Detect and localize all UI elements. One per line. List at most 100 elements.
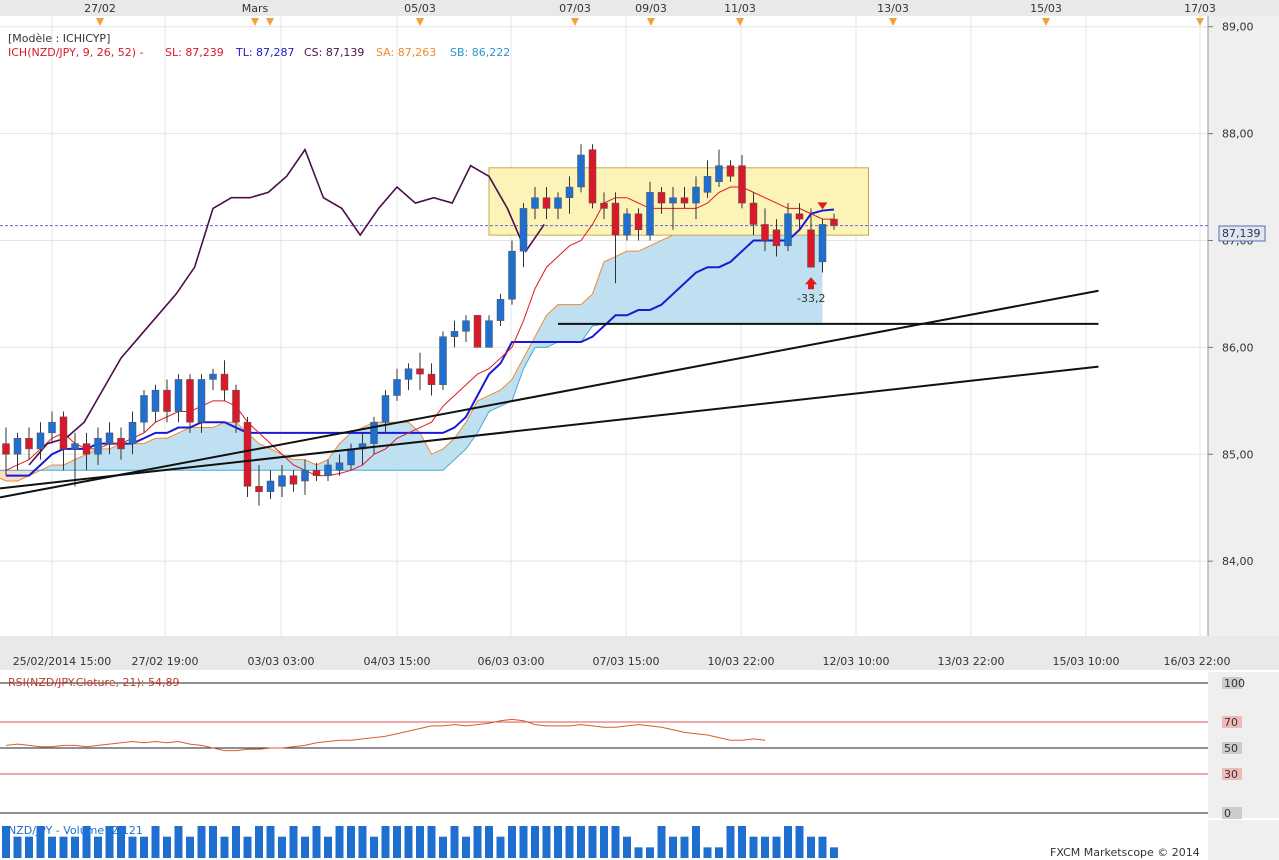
candle-body [830, 218, 838, 226]
top-date-labels: 27/02 Mars 05/03 07/03 09/03 11/03 13/03 15/03 1… [84, 2, 1216, 26]
top-date-label: 11/03 [724, 2, 756, 15]
candle-body [347, 448, 355, 466]
volume-bar [255, 826, 263, 858]
candle-body [2, 443, 10, 455]
legend-ichimoku: ICH(NZD/JPY, 9, 26, 52) - SL: 87,239 TL:… [8, 46, 510, 59]
volume-bar [163, 836, 171, 858]
volume-bar [335, 826, 344, 858]
candle-body [324, 464, 332, 476]
volume-bar [301, 836, 309, 858]
candle-body [105, 432, 114, 444]
candle-body [335, 462, 344, 471]
rsi-label: RSI(NZD/JPY.Cloture, 21): 54,89 [8, 676, 180, 689]
volume-bar [197, 826, 206, 858]
candle-body [634, 213, 643, 231]
rsi-axis-background [1208, 672, 1279, 818]
candle-body [13, 437, 22, 455]
candle-body [611, 202, 620, 236]
fxcm-chart[interactable]: 27/02 Mars 05/03 07/03 09/03 11/03 13/03 15/03 1… [0, 0, 1279, 860]
candle-body [761, 224, 769, 241]
candle-body [94, 437, 102, 455]
volume-bar [669, 836, 677, 858]
legend-model: [Modèle : ICHICYP] [8, 32, 110, 45]
candle-body [48, 421, 56, 434]
rsi-level-label: 50 [1224, 742, 1238, 755]
candle-body [738, 165, 746, 204]
legend-tl: TL: 87,287 [235, 46, 295, 59]
volume-bar [542, 826, 551, 858]
candle-body [726, 165, 735, 177]
volume-bar [726, 826, 735, 858]
volume-bar [496, 836, 505, 858]
volume-bar [427, 826, 436, 858]
volume-bar [140, 836, 148, 858]
candle-body [36, 432, 45, 450]
candle-body [381, 395, 390, 423]
candle-body [255, 486, 263, 492]
top-date-label: 17/03 [1184, 2, 1216, 15]
top-date-label: 13/03 [877, 2, 909, 15]
volume-bar [347, 826, 355, 858]
volume-bar [151, 826, 160, 858]
top-date-label: 15/03 [1030, 2, 1062, 15]
candle-body [312, 470, 321, 476]
rsi-level-label: 70 [1224, 716, 1238, 729]
volume-bar [393, 826, 401, 858]
candle-body [404, 368, 413, 380]
volume-bar [577, 826, 585, 858]
time-tick-label: 13/03 22:00 [938, 655, 1005, 668]
candle-body [669, 197, 677, 204]
legend-cs: CS: 87,139 [304, 46, 364, 59]
time-tick-label: 04/03 15:00 [364, 655, 431, 668]
candle-body [209, 373, 217, 380]
volume-bar [554, 826, 562, 858]
volume-bar [485, 826, 493, 858]
candle-body [278, 475, 286, 487]
volume-bar [48, 836, 56, 858]
volume-bar [565, 826, 574, 858]
volume-axis-background [1208, 820, 1279, 860]
time-tick-label: 10/03 22:00 [708, 655, 775, 668]
volume-bar [680, 836, 689, 858]
candle-body [542, 197, 551, 209]
volume-bar [657, 826, 666, 858]
volume-bar [703, 847, 712, 858]
rsi-level-label: 30 [1224, 768, 1238, 781]
candle-body [140, 395, 148, 423]
volume-bar [531, 826, 539, 858]
volume-bar [243, 836, 252, 858]
time-tick-label: 25/02/2014 15:00 [13, 655, 112, 668]
time-tick-label: 03/03 03:00 [248, 655, 315, 668]
volume-bar [174, 826, 183, 858]
time-tick-label: 27/02 19:00 [132, 655, 199, 668]
candle-body [588, 149, 597, 204]
candle-body [197, 379, 206, 423]
price-tick-label: 84,00 [1222, 555, 1254, 568]
volume-bar [588, 826, 597, 858]
cloud-segment [673, 229, 685, 324]
volume-bar [818, 836, 827, 858]
candle-body [715, 165, 723, 182]
price-tick-label: 86,00 [1222, 341, 1254, 354]
candle-body [784, 213, 792, 247]
volume-bar [324, 836, 332, 858]
signal-label: -33,2 [797, 292, 825, 305]
candle-body [795, 213, 804, 220]
candle-body [151, 389, 160, 412]
candle-body [623, 213, 631, 236]
candle-body [301, 470, 309, 482]
volume-bar [278, 836, 286, 858]
time-tick-label: 07/03 15:00 [593, 655, 660, 668]
volume-bar [692, 826, 700, 858]
candle-body [531, 197, 539, 209]
candle-body [71, 443, 79, 450]
cloud-segment [201, 427, 213, 471]
candle-body [496, 299, 505, 321]
candle-body [59, 416, 68, 450]
candle-body [657, 192, 666, 204]
candle-body [680, 197, 689, 204]
candle-body [186, 379, 194, 423]
candle-body [266, 480, 275, 492]
volume-bar [186, 836, 194, 858]
price-tick-label: 85,00 [1222, 448, 1254, 461]
